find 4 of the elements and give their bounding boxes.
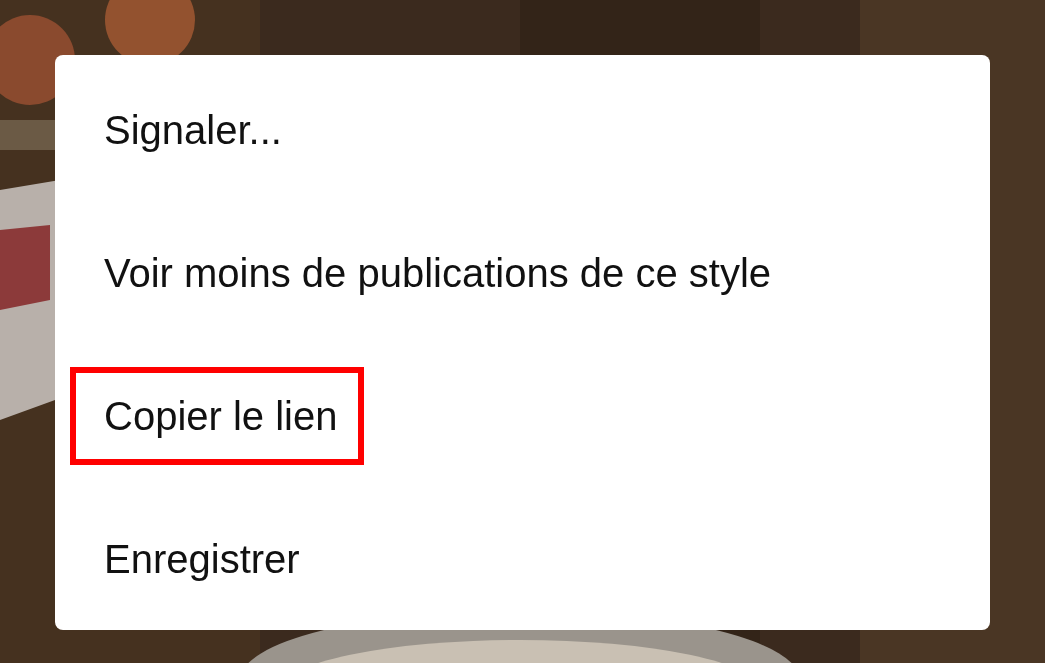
menu-item[interactable]: Signaler... xyxy=(104,105,282,154)
menu-item[interactable]: Enregistrer xyxy=(104,534,300,583)
menu-item[interactable]: Copier le lien xyxy=(70,366,365,465)
menu-item[interactable]: Voir moins de publications de ce style xyxy=(104,248,772,297)
